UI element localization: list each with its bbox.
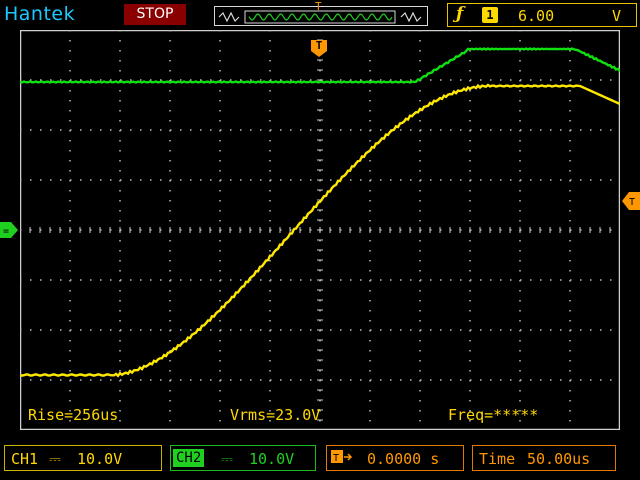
- svg-text:T: T: [629, 197, 635, 208]
- trigger-edge-icon: ƒ: [456, 4, 464, 24]
- brand-logo: Hantek: [4, 3, 76, 25]
- ch2-scale: 10.0V: [249, 450, 295, 468]
- trigger-offset-box[interactable]: T 0.0000 s: [326, 445, 464, 471]
- trigger-position-marker[interactable]: T: [311, 36, 327, 58]
- ch1-label: CH1: [11, 450, 39, 468]
- bottom-bar: CH1 ⎓ 10.0V CH2 ⎓ 10.0V T 0.0000 s Time …: [0, 440, 640, 480]
- run-stop-indicator[interactable]: STOP: [124, 4, 186, 25]
- trigger-level-icon: T: [622, 192, 640, 210]
- rise-time-measurement: Rise=256us: [28, 406, 119, 424]
- dc-coupling-icon: ⎓: [49, 450, 61, 468]
- timebase-label: Time: [479, 450, 516, 468]
- dc-coupling-icon: ⎓: [221, 450, 233, 468]
- timebase-box[interactable]: Time 50.00us: [472, 445, 616, 471]
- ch2-ground-marker[interactable]: =: [0, 222, 18, 242]
- trigger-offset-value: 0.0000 s: [367, 450, 440, 468]
- trigger-channel: 1: [482, 7, 498, 23]
- overview-wave: [218, 10, 422, 24]
- timebase-value: 50.00us: [527, 450, 591, 468]
- vrms-measurement: Vrms=23.0V: [230, 406, 321, 424]
- svg-text:=: =: [3, 226, 9, 237]
- trigger-unit: V: [612, 7, 622, 25]
- trigger-status[interactable]: ƒ 1 6.00 V: [447, 3, 637, 27]
- ch2-marker-icon: =: [0, 222, 18, 238]
- trigger-level: 6.00: [518, 7, 555, 25]
- ch2-scale-box[interactable]: CH2 ⎓ 10.0V: [170, 445, 316, 471]
- frequency-measurement: Freq=*****: [448, 406, 539, 424]
- svg-text:T: T: [333, 453, 339, 464]
- ch1-scale-box[interactable]: CH1 ⎓ 10.0V: [4, 445, 162, 471]
- trigger-offset-icon: T: [331, 449, 353, 469]
- top-bar: Hantek STOP T ƒ 1 6.00 V: [0, 0, 640, 30]
- overview-trigger-marker: T: [315, 0, 322, 13]
- graticule: [20, 30, 620, 430]
- waveform-display[interactable]: [20, 30, 620, 430]
- ch1-scale: 10.0V: [77, 450, 123, 468]
- trigger-position-label: T: [315, 39, 323, 52]
- ch2-label: CH2: [173, 449, 205, 467]
- trigger-level-marker[interactable]: T: [622, 192, 640, 214]
- waveform-overview: T: [214, 0, 428, 26]
